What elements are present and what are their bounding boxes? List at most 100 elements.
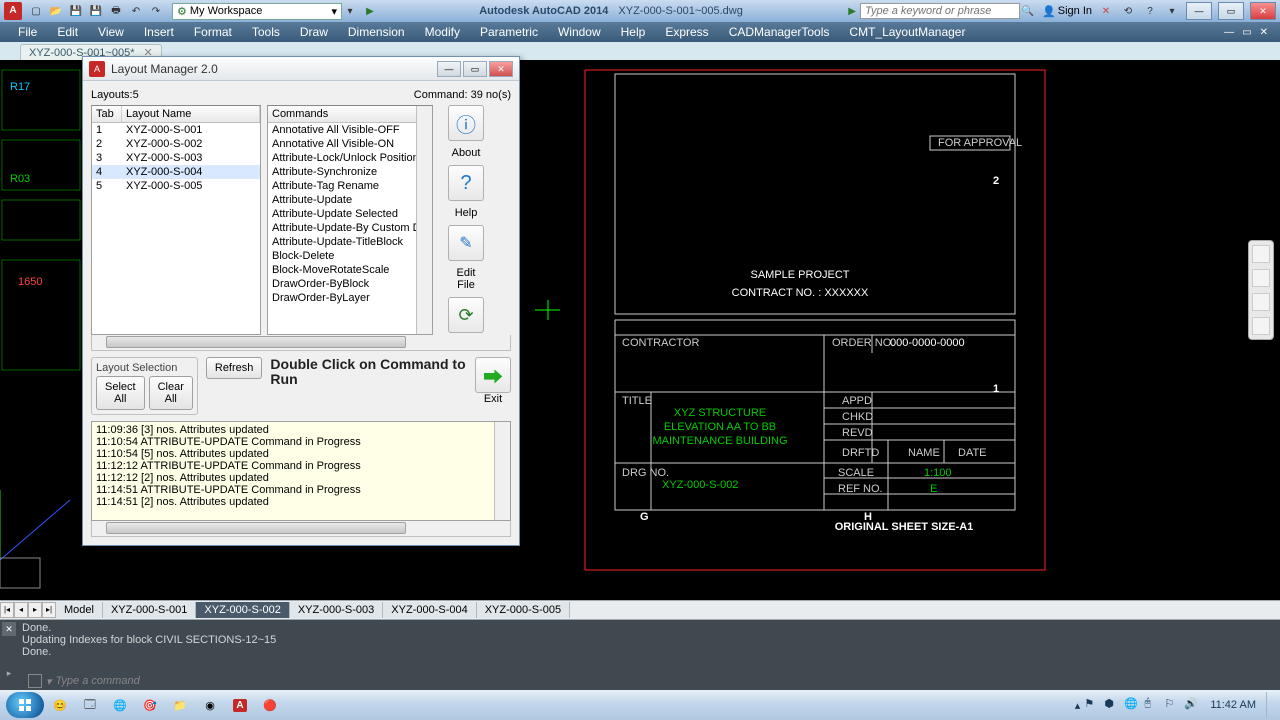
menu-view[interactable]: View xyxy=(88,23,134,41)
tray-show-hidden-icon[interactable]: ▴ xyxy=(1075,699,1081,712)
redo-icon[interactable]: ↷ xyxy=(148,3,164,19)
mdi-restore-icon[interactable]: ▭ xyxy=(1238,27,1255,38)
play2-icon[interactable]: ▶ xyxy=(844,3,860,19)
lm-command-item[interactable]: Attribute-Update xyxy=(268,193,432,207)
lm-layout-row[interactable]: 2XYZ-000-S-002 xyxy=(92,137,260,151)
tab-nav-next-icon[interactable]: ▸ xyxy=(28,602,42,618)
tray-icon-5[interactable]: ⚐ xyxy=(1164,697,1180,713)
tray-icon-3[interactable]: 🌐 xyxy=(1124,697,1140,713)
taskbar-media[interactable]: 🎯 xyxy=(136,693,164,717)
tab-nav-first-icon[interactable]: |◂ xyxy=(0,602,14,618)
lm-selectall-button[interactable]: Select All xyxy=(96,376,145,410)
lm-layout-row[interactable]: 5XYZ-000-S-005 xyxy=(92,179,260,193)
lm-layout-row[interactable]: 3XYZ-000-S-003 xyxy=(92,151,260,165)
taskbar-explorer[interactable]: 🗔 xyxy=(76,693,104,717)
menu-express[interactable]: Express xyxy=(655,23,718,41)
minimize-button[interactable]: — xyxy=(1186,2,1212,20)
lm-commands-scrollbar[interactable] xyxy=(416,106,432,334)
lm-command-item[interactable]: Attribute-Update-TitleBlock xyxy=(268,235,432,249)
chevron-down2-icon[interactable]: ▾ xyxy=(1164,3,1180,19)
lm-lists-hscroll[interactable] xyxy=(91,335,511,351)
lm-titlebar[interactable]: A Layout Manager 2.0 — ▭ ✕ xyxy=(83,57,519,81)
layout-tab[interactable]: XYZ-000-S-003 xyxy=(290,602,383,618)
lm-exit-button[interactable]: ⮕ xyxy=(475,357,511,393)
open-icon[interactable]: 📂 xyxy=(48,3,64,19)
lm-log-hscroll[interactable] xyxy=(91,521,511,537)
tray-clock[interactable]: 11:42 AM xyxy=(1204,700,1262,711)
cmdline-close-icon[interactable]: ✕ xyxy=(2,622,16,636)
layout-tab[interactable]: Model xyxy=(56,602,103,618)
tab-nav-prev-icon[interactable]: ◂ xyxy=(14,602,28,618)
cmdline-history-icon[interactable]: ▸ xyxy=(2,668,16,682)
lm-layouts-list[interactable]: TabLayout Name 1XYZ-000-S-0012XYZ-000-S-… xyxy=(91,105,261,335)
menu-format[interactable]: Format xyxy=(184,23,242,41)
orbit-icon[interactable] xyxy=(1252,293,1270,311)
lm-command-item[interactable]: Attribute-Update-By Custom Data xyxy=(268,221,432,235)
lm-command-item[interactable]: Attribute-Lock/Unlock Position xyxy=(268,151,432,165)
taskbar-folder[interactable]: 📁 xyxy=(166,693,194,717)
print-icon[interactable]: 🖶 xyxy=(108,3,124,19)
lm-command-item[interactable]: Block-MoveRotateScale xyxy=(268,263,432,277)
tray-volume-icon[interactable]: 🔊 xyxy=(1184,697,1200,713)
lm-commands-list[interactable]: Commands Annotative All Visible-OFFAnnot… xyxy=(267,105,433,335)
signin-button[interactable]: 👤 Sign In xyxy=(1042,5,1092,18)
layout-tab[interactable]: XYZ-000-S-001 xyxy=(103,602,196,618)
layout-tab[interactable]: XYZ-000-S-005 xyxy=(477,602,570,618)
pan-icon[interactable] xyxy=(1252,269,1270,287)
menu-file[interactable]: File xyxy=(8,23,47,41)
lm-log-scrollbar[interactable] xyxy=(494,422,510,520)
lm-close-button[interactable]: ✕ xyxy=(489,61,513,77)
menu-edit[interactable]: Edit xyxy=(47,23,88,41)
menu-window[interactable]: Window xyxy=(548,23,611,41)
command-prompt[interactable]: ▾ Type a command xyxy=(28,674,140,688)
menu-cadmanagertools[interactable]: CADManagerTools xyxy=(719,23,840,41)
help-search-input[interactable] xyxy=(860,3,1020,19)
start-button[interactable] xyxy=(6,692,44,718)
lm-about-button[interactable]: ⓘ xyxy=(448,105,484,141)
tray-icon-4[interactable]: 🖰 xyxy=(1144,697,1160,713)
tray-icon-1[interactable]: ⚑ xyxy=(1084,697,1100,713)
tab-nav-last-icon[interactable]: ▸| xyxy=(42,602,56,618)
menu-layoutmanager[interactable]: CMT_LayoutManager xyxy=(839,23,975,41)
taskbar-autocad[interactable]: A xyxy=(226,693,254,717)
workspace-dropdown[interactable]: ⚙ My Workspace ▾ xyxy=(172,3,342,20)
menu-parametric[interactable]: Parametric xyxy=(470,23,548,41)
help-icon[interactable]: ? xyxy=(1142,3,1158,19)
mdi-close-icon[interactable]: ✕ xyxy=(1256,27,1272,38)
lm-maximize-button[interactable]: ▭ xyxy=(463,61,487,77)
lm-command-item[interactable]: DrawOrder-ByBlock xyxy=(268,277,432,291)
exchange-icon[interactable]: ✕ xyxy=(1098,3,1114,19)
lm-refresh-button[interactable]: Refresh xyxy=(206,357,263,379)
lm-help-button[interactable]: ? xyxy=(448,165,484,201)
menu-insert[interactable]: Insert xyxy=(134,23,184,41)
lm-minimize-button[interactable]: — xyxy=(437,61,461,77)
lm-command-item[interactable]: Attribute-Tag Rename xyxy=(268,179,432,193)
steering-icon[interactable] xyxy=(1252,317,1270,335)
taskbar-emoji[interactable]: 😊 xyxy=(46,693,74,717)
close-button[interactable]: ✕ xyxy=(1250,2,1276,20)
layout-tab[interactable]: XYZ-000-S-004 xyxy=(383,602,476,618)
lm-command-item[interactable]: DrawOrder-ByLayer xyxy=(268,291,432,305)
menu-modify[interactable]: Modify xyxy=(415,23,470,41)
undo-icon[interactable]: ↶ xyxy=(128,3,144,19)
saveas-icon[interactable]: 💾 xyxy=(88,3,104,19)
mdi-minimize-icon[interactable]: — xyxy=(1220,27,1238,38)
menu-tools[interactable]: Tools xyxy=(242,23,290,41)
infocenter-icon[interactable]: 🔍 xyxy=(1020,3,1036,19)
lm-clearall-button[interactable]: Clear All xyxy=(149,376,193,410)
new-icon[interactable]: ▢ xyxy=(28,3,44,19)
lm-command-item[interactable]: Annotative All Visible-OFF xyxy=(268,123,432,137)
lm-layout-row[interactable]: 4XYZ-000-S-004 xyxy=(92,165,260,179)
autocad-logo-icon[interactable]: A xyxy=(4,2,22,20)
taskbar-record[interactable]: 🔴 xyxy=(256,693,284,717)
show-desktop-button[interactable] xyxy=(1266,692,1274,718)
lm-refresh-icon-button[interactable]: ⟳ xyxy=(448,297,484,333)
lm-layout-row[interactable]: 1XYZ-000-S-001 xyxy=(92,123,260,137)
menu-dimension[interactable]: Dimension xyxy=(338,23,415,41)
zoom-icon[interactable] xyxy=(1252,245,1270,263)
layout-tab[interactable]: XYZ-000-S-002 xyxy=(196,602,289,618)
lm-command-item[interactable]: Attribute-Synchronize xyxy=(268,165,432,179)
maximize-button[interactable]: ▭ xyxy=(1218,2,1244,20)
lm-log[interactable]: 11:09:36 [3] nos. Attributes updated11:1… xyxy=(91,421,511,521)
play-icon[interactable]: ▶ xyxy=(362,3,378,19)
